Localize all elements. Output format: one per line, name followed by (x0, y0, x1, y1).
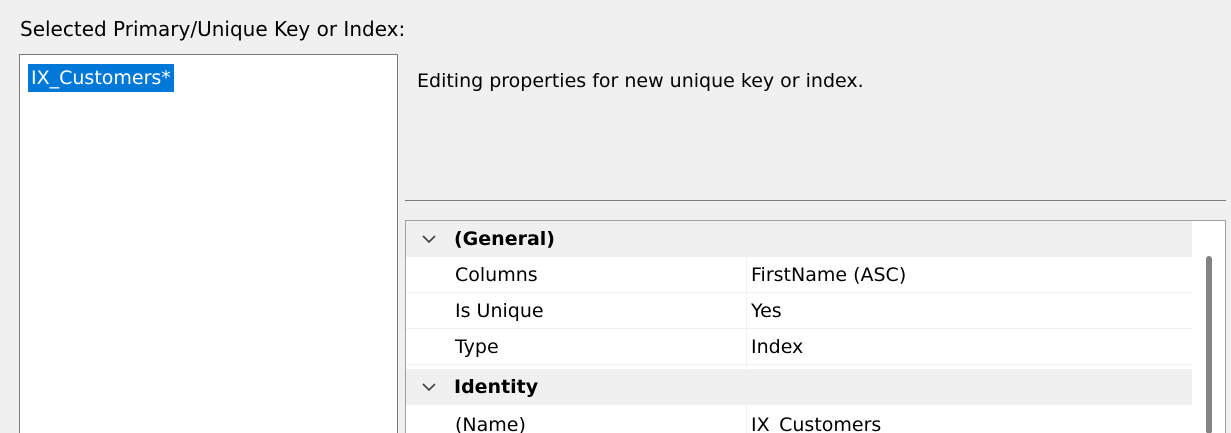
property-value[interactable]: Yes (751, 293, 782, 329)
property-row-is-unique[interactable]: Is Unique Yes (406, 293, 1192, 329)
category-label: Identity (454, 376, 539, 398)
category-label: (General) (454, 228, 555, 250)
description-text: Editing properties for new unique key or… (417, 70, 864, 92)
description-panel: Editing properties for new unique key or… (405, 54, 1226, 201)
chevron-down-icon[interactable] (420, 369, 440, 405)
key-index-list[interactable]: IX_Customers* (19, 54, 398, 433)
property-row-name[interactable]: (Name) IX_Customers (406, 407, 1192, 433)
category-row-general[interactable]: (General) (406, 221, 1192, 257)
property-grid[interactable]: (General) Columns FirstName (ASC) Is Uni… (405, 220, 1226, 433)
property-name: Type (455, 336, 499, 358)
property-row-columns[interactable]: Columns FirstName (ASC) (406, 257, 1192, 293)
scrollbar-thumb[interactable] (1206, 256, 1212, 433)
category-row-identity[interactable]: Identity (406, 369, 1192, 405)
vertical-scrollbar[interactable] (1193, 221, 1225, 433)
property-value[interactable]: IX_Customers (751, 407, 881, 433)
property-value[interactable]: Index (751, 329, 803, 365)
property-name: Columns (455, 264, 538, 286)
property-name: (Name) (455, 414, 526, 433)
chevron-down-icon[interactable] (420, 221, 440, 257)
property-row-type[interactable]: Type Index (406, 329, 1192, 365)
key-list-item-ix-customers[interactable]: IX_Customers* (28, 64, 174, 92)
property-name: Is Unique (455, 300, 544, 322)
property-value[interactable]: FirstName (ASC) (751, 257, 906, 293)
selected-key-heading: Selected Primary/Unique Key or Index: (20, 17, 406, 41)
